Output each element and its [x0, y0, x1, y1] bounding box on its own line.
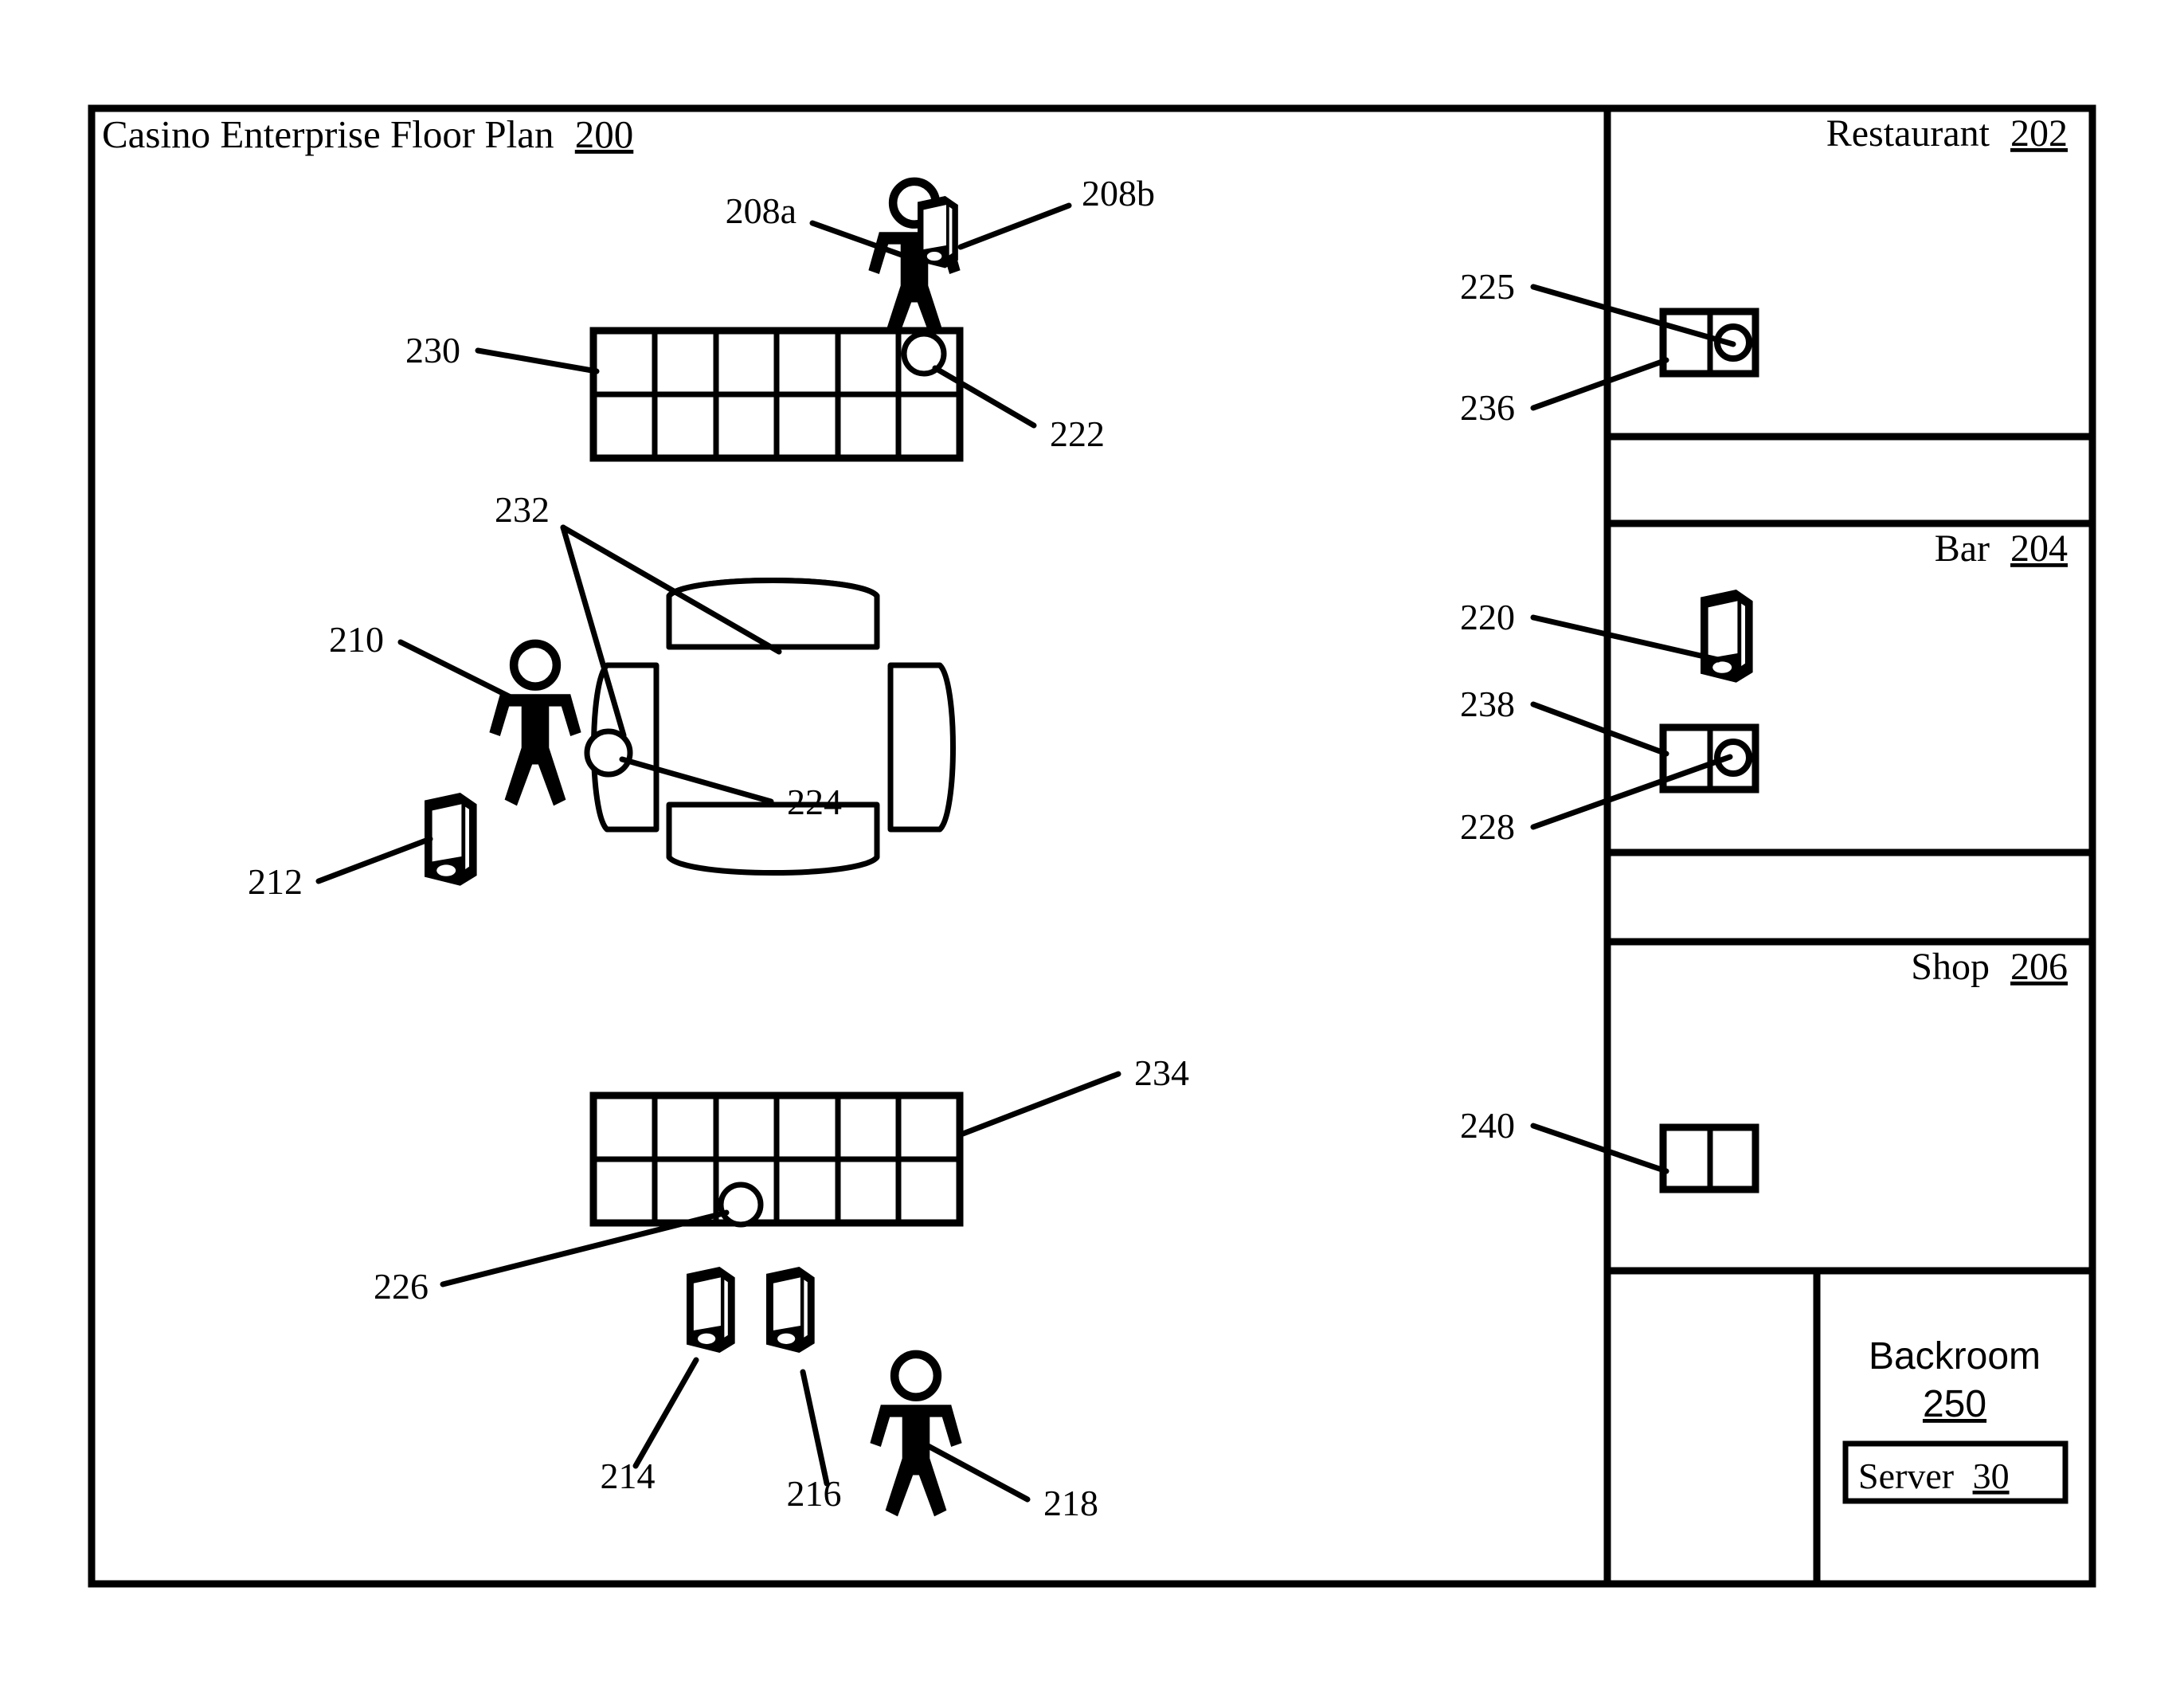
pos-terminal-236[interactable] [1659, 308, 1759, 378]
leader-210 [397, 639, 522, 704]
leader-216 [800, 1369, 830, 1487]
ref-232: 232 [495, 489, 550, 530]
person-210[interactable] [489, 644, 581, 806]
room-name-restaurant: Restaurant [1826, 112, 1990, 155]
figure-canvas: Restaurant 202 225 236 Bar 204 220 238 2… [0, 0, 2184, 1693]
mobile-device-216[interactable] [766, 1267, 815, 1354]
leader-226 [440, 1209, 730, 1287]
server-name: Server [1858, 1456, 1954, 1496]
room-name-backroom: Backroom [1869, 1335, 2041, 1378]
ref-220: 220 [1460, 597, 1515, 637]
room-bar [1603, 519, 2096, 856]
slot-bank-234[interactable] [589, 1091, 964, 1227]
server-box-label: Server 30 [1858, 1456, 2010, 1496]
room-ref-backroom: 250 [1923, 1383, 1986, 1425]
ref-225: 225 [1460, 266, 1515, 307]
room-ref-bar: 204 [2010, 527, 2068, 570]
title-text: Casino Enterprise Floor Plan [102, 112, 554, 156]
leader-208b [957, 202, 1072, 250]
leader-238 [1530, 701, 1669, 757]
leader-212 [315, 836, 433, 884]
leader-234 [960, 1071, 1121, 1137]
room-name-shop: Shop [1911, 946, 1990, 988]
mobile-device-214[interactable] [687, 1267, 735, 1354]
ref-208b: 208b [1082, 173, 1155, 214]
room-label-bar: Bar 204 [1935, 527, 2068, 570]
room-label-restaurant: Restaurant 202 [1826, 112, 2068, 155]
ref-226: 226 [374, 1266, 429, 1307]
title-ref: 200 [575, 112, 634, 156]
ref-236: 236 [1460, 387, 1515, 428]
ref-212: 212 [248, 861, 303, 902]
building-outline [88, 104, 2096, 1588]
floor-plan-figure: Restaurant 202 225 236 Bar 204 220 238 2… [88, 104, 2096, 1588]
server-box[interactable]: Server 30 [1842, 1440, 2069, 1504]
room-label-shop: Shop 206 [1911, 946, 2068, 988]
gaming-table-232[interactable] [591, 578, 956, 876]
room-name-bar: Bar [1935, 527, 1990, 570]
mobile-device-208b[interactable] [918, 196, 958, 268]
ref-216: 216 [787, 1473, 842, 1514]
ref-218: 218 [1043, 1483, 1098, 1523]
ref-214: 214 [601, 1456, 656, 1496]
room-ref-shop: 206 [2010, 946, 2068, 988]
leader-236 [1530, 357, 1669, 411]
room-ref-restaurant: 202 [2010, 112, 2068, 155]
leader-220 [1530, 614, 1721, 663]
leader-214 [632, 1357, 699, 1469]
room-restaurant [1603, 104, 2096, 441]
page-title: Casino Enterprise Floor Plan 200 [102, 112, 633, 156]
ref-210: 210 [329, 619, 384, 660]
sensor-226[interactable] [718, 1182, 764, 1228]
person-218[interactable] [870, 1354, 961, 1517]
mobile-device-220[interactable] [1701, 590, 1753, 683]
ref-228: 228 [1460, 806, 1515, 847]
room-shop [1603, 938, 2096, 1275]
ref-240: 240 [1460, 1105, 1515, 1146]
ref-208a: 208a [726, 190, 796, 231]
room-backroom [1813, 1267, 2096, 1588]
ref-238: 238 [1460, 684, 1515, 724]
ref-230: 230 [405, 330, 460, 370]
leader-240 [1530, 1123, 1669, 1174]
ref-222: 222 [1050, 413, 1105, 454]
server-ref: 30 [1973, 1456, 2010, 1496]
pos-terminal-240[interactable] [1659, 1123, 1759, 1193]
pos-terminal-238[interactable] [1659, 723, 1759, 794]
ref-234: 234 [1134, 1052, 1189, 1093]
ref-224: 224 [787, 782, 842, 822]
leader-230 [475, 347, 600, 374]
